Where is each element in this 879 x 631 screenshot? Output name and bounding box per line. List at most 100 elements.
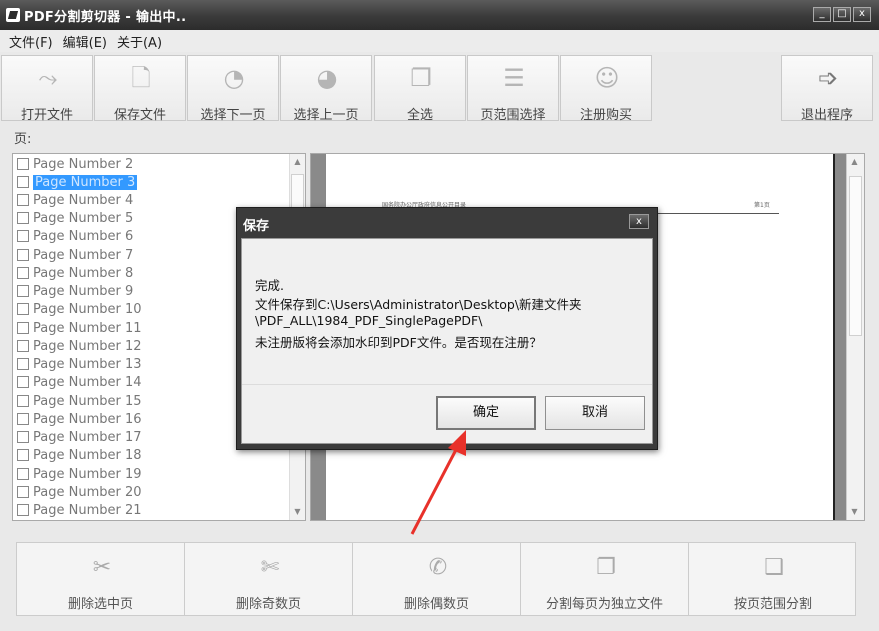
dialog-message-line: 完成. bbox=[255, 278, 284, 293]
page-list-item[interactable]: Page Number 7 bbox=[15, 246, 133, 264]
page-checkbox[interactable] bbox=[17, 340, 29, 352]
scroll-down-icon[interactable]: ▼ bbox=[847, 505, 862, 519]
page-checkbox[interactable] bbox=[17, 431, 29, 443]
page-checkbox[interactable] bbox=[17, 230, 29, 242]
select-all-label: 全选 bbox=[406, 108, 433, 123]
maximize-button[interactable]: □ bbox=[833, 7, 851, 22]
split-each-label: 分割每页为独立文件 bbox=[545, 597, 663, 612]
select-next-page-icon: ◔ bbox=[223, 64, 245, 92]
dialog-body: 完成. 文件保存到C:\Users\Administrator\Desktop\… bbox=[241, 238, 653, 444]
page-list-item[interactable]: Page Number 12 bbox=[15, 337, 142, 355]
select-all-button[interactable]: ❐ 全选 bbox=[374, 55, 466, 123]
menu-file[interactable]: 文件(F) bbox=[4, 32, 58, 51]
close-button[interactable]: x bbox=[853, 7, 871, 22]
select-next-page-label: 选择下一页 bbox=[200, 108, 266, 123]
page-checkbox[interactable] bbox=[17, 158, 29, 170]
page-list-item[interactable]: Page Number 18 bbox=[15, 446, 142, 464]
split-each-button[interactable]: ❐ 分割每页为独立文件 bbox=[521, 543, 689, 615]
page-list-item[interactable]: Page Number 5 bbox=[15, 209, 133, 227]
page-checkbox[interactable] bbox=[17, 176, 29, 188]
minimize-button[interactable]: _ bbox=[813, 7, 831, 22]
open-file-label: 打开文件 bbox=[20, 108, 73, 123]
save-file-icon: 🗋 bbox=[131, 64, 151, 92]
annotation-arrow bbox=[410, 430, 466, 535]
page-checkbox[interactable] bbox=[17, 322, 29, 334]
menu-bar: 文件(F) 编辑(E) 关于(A) bbox=[0, 30, 879, 52]
select-next-page-button[interactable]: ◔ 选择下一页 bbox=[187, 55, 279, 123]
scroll-down-icon[interactable]: ▼ bbox=[290, 505, 305, 519]
page-list-item[interactable]: Page Number 10 bbox=[15, 300, 142, 318]
dialog-message-line: 未注册版将会添加水印到PDF文件。是否现在注册？ bbox=[255, 335, 542, 350]
dialog-close-button[interactable]: x bbox=[629, 214, 649, 229]
exit-button[interactable]: ➩ 退出程序 bbox=[781, 55, 873, 123]
menu-edit[interactable]: 编辑(E) bbox=[58, 32, 112, 51]
page-checkbox[interactable] bbox=[17, 358, 29, 370]
page-checkbox[interactable] bbox=[17, 413, 29, 425]
delete-selected-button[interactable]: ✂ 删除选中页 bbox=[17, 543, 185, 615]
page-list-item[interactable]: Page Number 14 bbox=[15, 373, 142, 391]
delete-odd-icon: ✄ bbox=[260, 555, 280, 580]
pages-caption: 页: bbox=[14, 132, 32, 147]
scroll-up-icon[interactable]: ▲ bbox=[290, 155, 305, 169]
select-all-icon: ❐ bbox=[410, 64, 432, 92]
page-checkbox[interactable] bbox=[17, 468, 29, 480]
register-button[interactable]: ☺ 注册购买 bbox=[560, 55, 652, 123]
save-dialog: 保存 x 完成. 文件保存到C:\Users\Administrator\Des… bbox=[236, 207, 658, 450]
page-list-item[interactable]: Page Number 16 bbox=[15, 410, 142, 428]
save-file-button[interactable]: 🗋 保存文件 bbox=[94, 55, 186, 123]
page-list-item[interactable]: Page Number 17 bbox=[15, 428, 142, 446]
page-list-item[interactable]: Page Number 15 bbox=[15, 392, 142, 410]
dialog-message-line: 文件保存到C:\Users\Administrator\Desktop\新建文件… bbox=[255, 297, 582, 312]
ok-button[interactable]: 确定 bbox=[436, 396, 536, 430]
page-checkbox[interactable] bbox=[17, 395, 29, 407]
page-list-item[interactable]: Page Number 2 bbox=[15, 155, 133, 173]
select-prev-page-icon: ◕ bbox=[316, 64, 338, 92]
bottom-action-bar: ✂ 删除选中页 ✄ 删除奇数页 ✆ 删除偶数页 ❐ 分割每页为独立文件 ❑ 按页… bbox=[16, 542, 856, 616]
page-checkbox[interactable] bbox=[17, 285, 29, 297]
exit-icon: ➩ bbox=[817, 64, 839, 92]
exit-label: 退出程序 bbox=[800, 108, 853, 123]
page-list-item[interactable]: Page Number 11 bbox=[15, 319, 142, 337]
dialog-separator bbox=[242, 384, 652, 385]
scroll-up-icon[interactable]: ▲ bbox=[847, 155, 862, 169]
page-list-item[interactable]: Page Number 4 bbox=[15, 191, 133, 209]
annotation-arrow-head bbox=[448, 430, 466, 456]
app-logo-icon bbox=[6, 8, 20, 22]
page-list-item[interactable]: Page Number 3 bbox=[15, 173, 138, 191]
split-range-icon: ❑ bbox=[764, 555, 784, 580]
cancel-button[interactable]: 取消 bbox=[545, 396, 645, 430]
page-list-item[interactable]: Page Number 21 bbox=[15, 501, 142, 519]
save-file-label: 保存文件 bbox=[113, 108, 166, 123]
page-checkbox[interactable] bbox=[17, 267, 29, 279]
page-checkbox[interactable] bbox=[17, 449, 29, 461]
menu-about[interactable]: 关于(A) bbox=[112, 32, 167, 51]
page-list-item[interactable]: Page Number 20 bbox=[15, 483, 142, 501]
register-label: 注册购买 bbox=[579, 108, 632, 123]
page-range-button[interactable]: ☰ 页范围选择 bbox=[467, 55, 559, 123]
page-checkbox[interactable] bbox=[17, 194, 29, 206]
delete-selected-label: 删除选中页 bbox=[67, 597, 133, 612]
delete-even-button[interactable]: ✆ 删除偶数页 bbox=[353, 543, 521, 615]
page-checkbox[interactable] bbox=[17, 212, 29, 224]
split-range-button[interactable]: ❑ 按页范围分割 bbox=[689, 543, 857, 615]
page-list-item[interactable]: Page Number 8 bbox=[15, 264, 133, 282]
delete-odd-label: 删除奇数页 bbox=[235, 597, 301, 612]
delete-even-label: 删除偶数页 bbox=[403, 597, 469, 612]
toolbar: ⤳ 打开文件 🗋 保存文件 ◔ 选择下一页 ◕ 选择上一页 ❐ 全选 ☰ 页范围… bbox=[0, 53, 879, 124]
page-list-item[interactable]: Page Number 19 bbox=[15, 465, 142, 483]
open-file-button[interactable]: ⤳ 打开文件 bbox=[1, 55, 93, 123]
preview-scrollbar[interactable]: ▲ ▼ bbox=[846, 154, 864, 520]
page-checkbox[interactable] bbox=[17, 486, 29, 498]
page-list-item[interactable]: Page Number 6 bbox=[15, 227, 133, 245]
page-list-item[interactable]: Page Number 13 bbox=[15, 355, 142, 373]
open-file-icon: ⤳ bbox=[38, 64, 58, 92]
select-prev-page-button[interactable]: ◕ 选择上一页 bbox=[280, 55, 372, 123]
page-list-item[interactable]: Page Number 9 bbox=[15, 282, 133, 300]
split-each-icon: ❐ bbox=[596, 555, 616, 580]
page-checkbox[interactable] bbox=[17, 249, 29, 261]
page-checkbox[interactable] bbox=[17, 376, 29, 388]
delete-odd-button[interactable]: ✄ 删除奇数页 bbox=[185, 543, 353, 615]
page-checkbox[interactable] bbox=[17, 504, 29, 516]
page-checkbox[interactable] bbox=[17, 303, 29, 315]
scrollbar-thumb[interactable] bbox=[849, 176, 862, 336]
